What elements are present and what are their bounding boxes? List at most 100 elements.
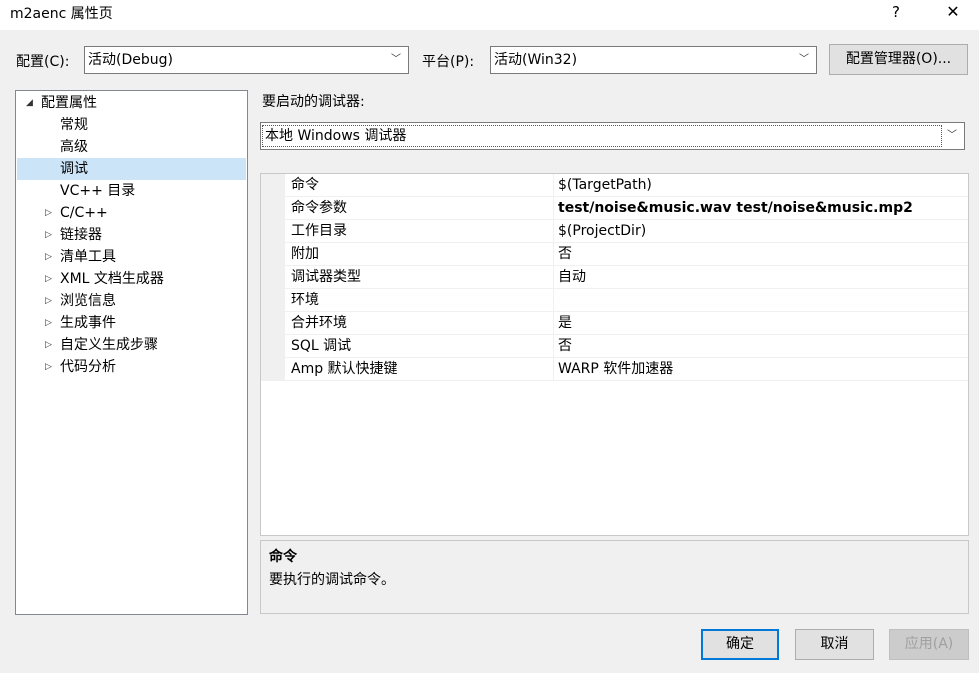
column-divider — [553, 174, 554, 197]
debugger-select-value: 本地 Windows 调试器 — [262, 125, 942, 147]
chevron-down-icon: ﹀ — [391, 54, 401, 65]
row-gutter — [261, 220, 285, 243]
debugger-select[interactable]: 本地 Windows 调试器 ﹀ — [260, 122, 965, 150]
property-value[interactable]: test/noise&music.wav test/noise&music.mp… — [558, 197, 966, 220]
column-divider — [553, 197, 554, 220]
config-select-value: 活动(Debug) — [88, 52, 173, 68]
expand-arrow-icon[interactable]: ▷ — [45, 356, 52, 378]
property-row[interactable]: 环境 — [261, 289, 968, 312]
property-name: 环境 — [291, 292, 319, 308]
window-title: m2aenc 属性页 — [10, 6, 113, 22]
column-divider — [553, 289, 554, 312]
tree-item[interactable]: ▷ 自定义生成步骤 — [17, 334, 246, 356]
property-tree[interactable]: ◢ 配置属性常规高级调试 VC++ 目录 ▷ C/C++ ▷ 链接器 ▷ 清单工具 ▷ XML 文档… — [15, 90, 248, 615]
tree-item[interactable]: ▷ 代码分析 — [17, 356, 246, 378]
row-gutter — [261, 197, 285, 220]
property-value[interactable] — [558, 289, 966, 312]
row-gutter — [261, 266, 285, 289]
tree-item-label: 常规 — [60, 117, 88, 133]
property-value[interactable]: $(ProjectDir) — [558, 220, 966, 243]
property-grid[interactable]: 命令 $(TargetPath) 命令参数 test/noise&music.wav … — [260, 173, 969, 536]
property-name: 命令 — [291, 177, 319, 193]
property-value[interactable]: 是 — [558, 312, 966, 335]
row-gutter — [261, 358, 285, 381]
property-name: 附加 — [291, 246, 319, 262]
tree-item-label: 配置属性 — [41, 95, 97, 111]
row-gutter — [261, 312, 285, 335]
property-row[interactable]: 附加 否 — [261, 243, 968, 266]
tree-item[interactable]: VC++ 目录 — [17, 180, 246, 202]
property-name: 合并环境 — [291, 315, 347, 331]
tree-item[interactable]: ◢ 配置属性 — [17, 92, 246, 114]
description-panel: 命令 要执行的调试命令。 — [260, 540, 969, 614]
property-row[interactable]: SQL 调试 否 — [261, 335, 968, 358]
tree-item[interactable]: 调试 — [17, 158, 246, 180]
platform-label: 平台(P): — [422, 54, 475, 70]
platform-select[interactable]: 活动(Win32) ﹀ — [490, 46, 817, 74]
column-divider — [553, 312, 554, 335]
expand-arrow-icon[interactable]: ▷ — [45, 268, 52, 290]
property-value[interactable]: 否 — [558, 243, 966, 266]
property-value[interactable]: $(TargetPath) — [558, 174, 966, 197]
property-name: 命令参数 — [291, 200, 347, 216]
expand-arrow-icon[interactable]: ▷ — [45, 334, 52, 356]
cancel-button[interactable]: 取消 — [795, 629, 874, 660]
expand-arrow-icon[interactable]: ▷ — [45, 202, 52, 224]
help-icon[interactable]: ? — [878, 0, 914, 28]
tree-item[interactable]: ▷ 生成事件 — [17, 312, 246, 334]
property-name: 调试器类型 — [291, 269, 361, 285]
description-text: 要执行的调试命令。 — [269, 572, 395, 588]
config-label: 配置(C): — [16, 54, 70, 70]
property-value[interactable]: 否 — [558, 335, 966, 358]
property-row[interactable]: Amp 默认快捷键 WARP 软件加速器 — [261, 358, 968, 381]
config-manager-button[interactable]: 配置管理器(O)... — [829, 44, 968, 75]
description-title: 命令 — [269, 549, 297, 565]
tree-item-label: 代码分析 — [60, 359, 116, 375]
property-row[interactable]: 命令 $(TargetPath) — [261, 174, 968, 197]
expand-arrow-icon[interactable]: ▷ — [45, 312, 52, 334]
property-name: 工作目录 — [291, 223, 347, 239]
expand-arrow-icon[interactable]: ▷ — [45, 290, 52, 312]
config-select[interactable]: 活动(Debug) ﹀ — [84, 46, 409, 74]
row-gutter — [261, 243, 285, 266]
column-divider — [553, 220, 554, 243]
tree-item-label: 自定义生成步骤 — [60, 337, 158, 353]
expand-arrow-icon[interactable]: ▷ — [45, 246, 52, 268]
tree-item[interactable]: ▷ 链接器 — [17, 224, 246, 246]
tree-item[interactable]: ▷ 浏览信息 — [17, 290, 246, 312]
property-row[interactable]: 合并环境 是 — [261, 312, 968, 335]
column-divider — [553, 335, 554, 358]
property-row[interactable]: 工作目录 $(ProjectDir) — [261, 220, 968, 243]
tree-item-label: 链接器 — [60, 227, 102, 243]
close-icon[interactable]: ✕ — [935, 0, 971, 28]
platform-select-value: 活动(Win32) — [494, 52, 578, 68]
expand-arrow-icon[interactable]: ▷ — [45, 224, 52, 246]
property-value[interactable]: 自动 — [558, 266, 966, 289]
tree-item-label: VC++ 目录 — [60, 183, 136, 199]
expand-arrow-icon[interactable]: ◢ — [26, 92, 33, 114]
tree-item-label: 清单工具 — [60, 249, 116, 265]
tree-item[interactable]: 常规 — [17, 114, 246, 136]
tree-item-label: 调试 — [60, 161, 88, 177]
tree-item[interactable]: ▷ C/C++ — [17, 202, 246, 224]
tree-item-label: 浏览信息 — [60, 293, 116, 309]
tree-item-label: C/C++ — [60, 205, 108, 221]
row-gutter — [261, 174, 285, 197]
tree-item[interactable]: ▷ XML 文档生成器 — [17, 268, 246, 290]
tree-item[interactable]: ▷ 清单工具 — [17, 246, 246, 268]
property-row[interactable]: 调试器类型 自动 — [261, 266, 968, 289]
chevron-down-icon: ﹀ — [799, 54, 809, 65]
column-divider — [553, 358, 554, 381]
property-name: SQL 调试 — [291, 338, 352, 354]
tree-item[interactable]: 高级 — [17, 136, 246, 158]
ok-button[interactable]: 确定 — [701, 629, 779, 660]
row-gutter — [261, 289, 285, 312]
chevron-down-icon: ﹀ — [947, 130, 957, 141]
property-name: Amp 默认快捷键 — [291, 361, 398, 377]
apply-button[interactable]: 应用(A) — [889, 629, 969, 660]
column-divider — [553, 266, 554, 289]
property-row[interactable]: 命令参数 test/noise&music.wav test/noise&musi… — [261, 197, 968, 220]
property-value[interactable]: WARP 软件加速器 — [558, 358, 966, 381]
row-gutter — [261, 335, 285, 358]
title-bar: m2aenc 属性页 ? ✕ — [0, 0, 979, 30]
